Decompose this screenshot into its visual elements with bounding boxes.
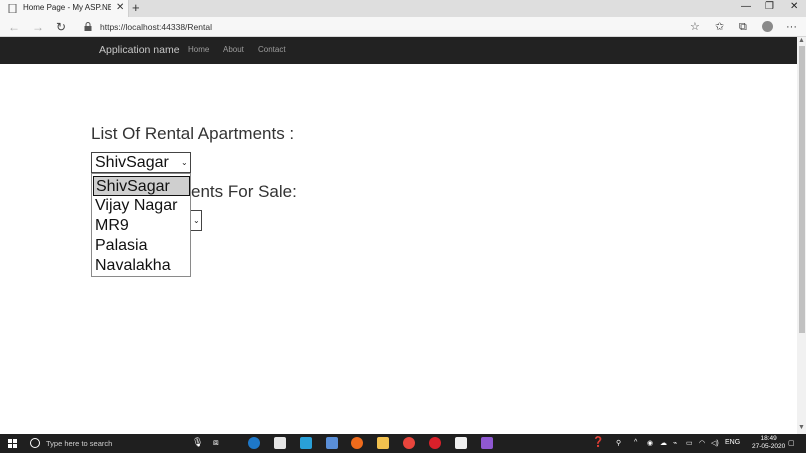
- store-icon[interactable]: [274, 437, 286, 449]
- tab-strip: Home Page - My ASP.NET Appli ✕ + — ❐ ✕: [0, 0, 806, 17]
- sale-heading-text: ents For Sale:: [191, 182, 297, 201]
- chevron-down-icon: ⌄: [193, 216, 200, 225]
- address-bar: ← → ↻ https://localhost:44338/Rental ☆: [0, 17, 806, 37]
- url-text: https://localhost:44338/Rental: [100, 22, 212, 32]
- clock-date: 27-05-2020: [752, 443, 786, 450]
- volume-icon[interactable]: ◁): [711, 439, 719, 447]
- display-icon[interactable]: ▭: [686, 439, 693, 447]
- onedrive-icon[interactable]: ☁: [660, 439, 667, 447]
- favorites-icon[interactable]: ✩: [715, 19, 724, 35]
- rental-select[interactable]: ShivSagar ⌄: [91, 152, 191, 173]
- rental-select-value: ShivSagar: [95, 154, 169, 171]
- wifi-icon[interactable]: ◠: [699, 439, 705, 447]
- more-options-icon[interactable]: ···: [786, 19, 797, 35]
- collections-icon[interactable]: ⧉: [739, 19, 747, 35]
- microphone-icon[interactable]: 🎙: [192, 437, 203, 448]
- tab-title: Home Page - My ASP.NET Appli: [23, 3, 111, 12]
- windows-start-icon[interactable]: [8, 439, 17, 448]
- minimize-icon[interactable]: —: [741, 0, 751, 14]
- usb-icon[interactable]: ⌁: [673, 439, 677, 447]
- mail-icon[interactable]: [326, 437, 338, 449]
- taskbar-search-input[interactable]: Type here to search: [46, 439, 112, 448]
- file-explorer-icon[interactable]: [377, 437, 389, 449]
- people-icon[interactable]: ⚲: [616, 439, 621, 447]
- close-tab-icon[interactable]: ✕: [116, 1, 124, 15]
- profile-avatar[interactable]: [762, 21, 773, 32]
- document-icon[interactable]: [455, 437, 467, 449]
- edge-browser-icon[interactable]: [248, 437, 260, 449]
- dropdown-option-shivsagar[interactable]: ShivSagar: [93, 176, 190, 196]
- maximize-icon[interactable]: ❐: [765, 0, 774, 14]
- clock-time: 18:49: [760, 435, 777, 442]
- lock-icon: [84, 22, 92, 31]
- task-view-icon[interactable]: ⧈: [213, 437, 219, 448]
- dropdown-option-vijay-nagar[interactable]: Vijay Nagar: [93, 196, 190, 216]
- back-icon[interactable]: ←: [8, 19, 20, 35]
- network-icon[interactable]: ◉: [647, 439, 653, 447]
- favorite-star-icon[interactable]: ☆: [690, 20, 700, 33]
- dropdown-option-palasia[interactable]: Palasia: [93, 236, 190, 256]
- new-tab-icon[interactable]: +: [132, 0, 140, 16]
- app-navbar: Application name Home About Contact: [0, 37, 797, 64]
- rental-heading: List Of Rental Apartments :: [91, 124, 295, 143]
- dropdown-option-navalakha[interactable]: Navalakha: [93, 256, 190, 276]
- visual-studio-icon[interactable]: [481, 437, 493, 449]
- chrome-icon[interactable]: [403, 437, 415, 449]
- dropdown-option-mr9[interactable]: MR9: [93, 216, 190, 236]
- nav-link-home[interactable]: Home: [188, 45, 209, 54]
- chevron-down-icon: ⌄: [181, 158, 188, 167]
- system-clock[interactable]: 18:49 27-05-2020: [752, 435, 785, 451]
- forward-icon[interactable]: →: [32, 19, 44, 35]
- browser-tab[interactable]: Home Page - My ASP.NET Appli ✕: [0, 0, 129, 17]
- devtools-icon[interactable]: [300, 437, 312, 449]
- language-indicator[interactable]: ENG: [725, 439, 740, 446]
- nav-link-about[interactable]: About: [223, 45, 244, 54]
- windows-taskbar: Type here to search 🎙 ⧈ ❓ ⚲ ^ ◉ ☁ ⌁ ▭ ◠ …: [0, 434, 806, 453]
- url-field[interactable]: https://localhost:44338/Rental ☆: [78, 19, 706, 35]
- page-icon: [8, 4, 17, 13]
- rental-dropdown-list: ShivSagar Vijay Nagar MR9 Palasia Navala…: [91, 173, 191, 277]
- scroll-up-icon[interactable]: ▲: [798, 37, 805, 44]
- brand-link[interactable]: Application name: [99, 44, 180, 56]
- close-window-icon[interactable]: ✕: [790, 0, 798, 14]
- opera-icon[interactable]: [429, 437, 441, 449]
- search-icon[interactable]: [30, 438, 40, 448]
- scroll-down-icon[interactable]: ▼: [798, 424, 805, 431]
- refresh-icon[interactable]: ↻: [56, 19, 66, 35]
- notifications-icon[interactable]: ▢: [788, 439, 795, 447]
- firefox-icon[interactable]: [351, 437, 363, 449]
- show-hidden-icons[interactable]: ^: [634, 439, 637, 446]
- help-icon[interactable]: ❓: [592, 437, 604, 448]
- scrollbar-thumb[interactable]: [799, 46, 805, 333]
- nav-link-contact[interactable]: Contact: [258, 45, 286, 54]
- browser-window: Home Page - My ASP.NET Appli ✕ + — ❐ ✕ ←…: [0, 0, 806, 453]
